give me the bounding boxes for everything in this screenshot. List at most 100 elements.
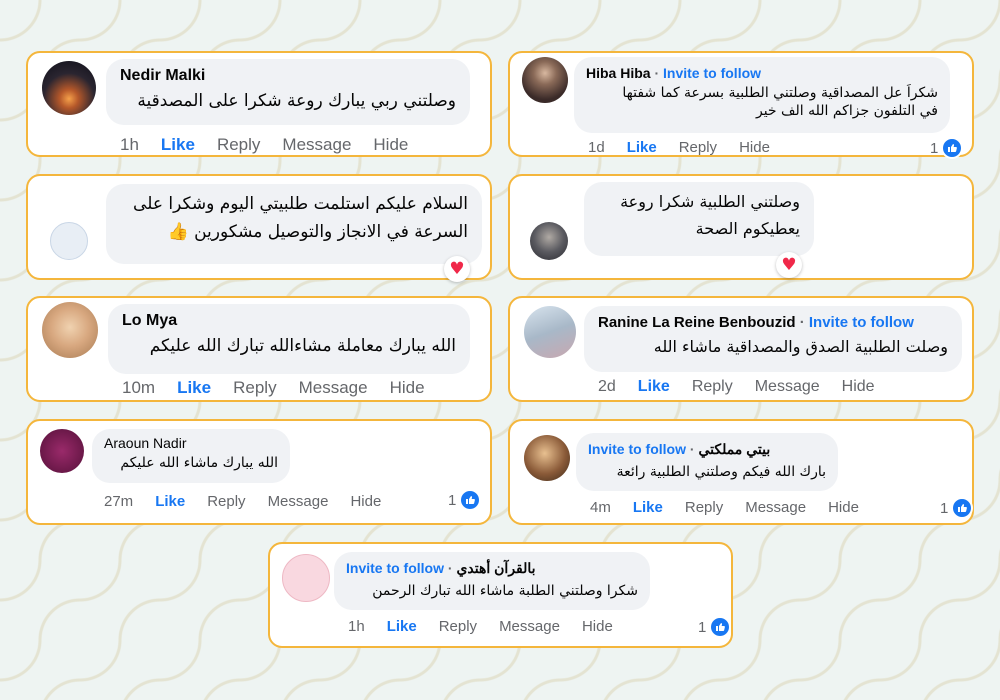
comment-text-line-2: يعطيكوم الصحة: [695, 219, 800, 238]
author-name[interactable]: Ranine La Reine Benbouzid: [598, 314, 796, 331]
comment-text: وصلتني ربي يبارك روعة شكرا على المصدقية: [137, 91, 456, 111]
reply-button[interactable]: Reply: [679, 139, 717, 156]
reaction-count-number: 1: [448, 491, 457, 509]
reaction-count-number: 1: [940, 499, 949, 517]
avatar[interactable]: [50, 222, 88, 260]
like-button[interactable]: Like: [161, 135, 195, 155]
comment-card-hiba-hiba: Hiba Hiba · Invite to follow شكراَ عل ال…: [508, 51, 974, 159]
like-button[interactable]: Like: [627, 139, 657, 156]
comment-bubble: Ranine La Reine Benbouzid · Invite to fo…: [584, 306, 962, 372]
timestamp: 1h: [348, 618, 365, 635]
reaction-count[interactable]: 1: [448, 489, 482, 511]
comment-actions: 4m Like Reply Message Hide: [590, 499, 881, 516]
hide-button[interactable]: Hide: [828, 499, 859, 516]
comment-bubble: Invite to follow · بالقرآن أهتدي شكرا وص…: [334, 552, 650, 610]
comment-card-4: وصلتني الطلبية شكرا روعة يعطيكوم الصحة ♥: [508, 174, 974, 280]
message-button[interactable]: Message: [268, 493, 329, 510]
hide-button[interactable]: Hide: [582, 618, 613, 635]
avatar[interactable]: [40, 429, 84, 473]
thumbs-up-icon: [459, 489, 482, 511]
reaction-count[interactable]: 1: [698, 616, 732, 638]
comment-text-line-1: شكراَ عل المصداقية وصلتني الطلبية بسرعة …: [622, 85, 938, 101]
author-name[interactable]: Lo Mya: [122, 312, 456, 330]
comment-text: وصلت الطلبية الصدق والمصداقية ماشاء الله: [653, 337, 948, 356]
timestamp: 10m: [122, 378, 156, 397]
author-line: Invite to follow · بالقرآن أهتدي: [346, 560, 638, 577]
hide-button[interactable]: Hide: [390, 378, 425, 398]
message-button[interactable]: Message: [755, 378, 820, 396]
message-button[interactable]: Message: [299, 378, 368, 398]
timestamp: 2d: [598, 378, 616, 395]
reply-button[interactable]: Reply: [692, 378, 733, 396]
avatar[interactable]: [524, 435, 570, 481]
reaction-count-number: 1: [698, 618, 707, 636]
separator: ·: [689, 441, 695, 457]
hide-button[interactable]: Hide: [373, 135, 408, 155]
invite-to-follow-link[interactable]: Invite to follow: [663, 65, 761, 81]
like-button[interactable]: Like: [638, 378, 670, 396]
message-button[interactable]: Message: [282, 135, 351, 155]
heart-reaction-icon[interactable]: ♥: [776, 252, 802, 278]
comment-text-line-1: وصلتني الطلبية شكرا روعة: [620, 192, 800, 211]
reaction-count-number: 1: [930, 139, 939, 157]
comment-bubble: Lo Mya الله يبارك معاملة مشاءالله تبارك …: [108, 304, 470, 374]
reply-button[interactable]: Reply: [217, 135, 260, 155]
like-button[interactable]: Like: [387, 618, 417, 635]
comment-bubble: وصلتني الطلبية شكرا روعة يعطيكوم الصحة: [584, 182, 814, 256]
comment-text: شكرا وصلتني الطلبة ماشاء الله تبارك الرح…: [372, 583, 638, 599]
comment-text-line-1: السلام عليكم استلمت طلبيتي اليوم وشكرا ع…: [133, 194, 468, 214]
comment-card-bil-quran-ahtadi: Invite to follow · بالقرآن أهتدي شكرا وص…: [268, 542, 733, 648]
reaction-count[interactable]: 1: [940, 497, 974, 519]
avatar[interactable]: [524, 306, 576, 358]
comment-text: الله يبارك ماشاء الله عليكم: [120, 455, 278, 471]
comment-card-lo-mya: Lo Mya الله يبارك معاملة مشاءالله تبارك …: [26, 296, 492, 402]
comment-actions: 10m Like Reply Message Hide: [122, 378, 447, 398]
comment-card-nedir-malki: Nedir Malki وصلتني ربي يبارك روعة شكرا ع…: [26, 51, 492, 157]
hide-button[interactable]: Hide: [350, 493, 381, 510]
avatar[interactable]: [530, 222, 568, 260]
reply-button[interactable]: Reply: [439, 618, 477, 635]
avatar[interactable]: [522, 57, 568, 103]
thumbs-up-icon: [709, 616, 732, 638]
thumbs-up-icon: [951, 497, 974, 519]
timestamp: 4m: [590, 499, 611, 516]
comment-bubble: Araoun Nadir الله يبارك ماشاء الله عليكم: [92, 429, 290, 483]
heart-reaction-icon[interactable]: ♥: [444, 256, 470, 282]
separator: ·: [799, 314, 805, 331]
author-line: Hiba Hiba · Invite to follow: [586, 65, 938, 81]
message-button[interactable]: Message: [745, 499, 806, 516]
comment-bubble: Nedir Malki وصلتني ربي يبارك روعة شكرا ع…: [106, 59, 470, 125]
reply-button[interactable]: Reply: [685, 499, 723, 516]
author-name[interactable]: Hiba Hiba: [586, 65, 651, 81]
author-name[interactable]: بيتي مملكتي: [698, 441, 770, 457]
comment-actions: 1d Like Reply Hide: [588, 139, 792, 156]
comment-bubble: السلام عليكم استلمت طلبيتي اليوم وشكرا ع…: [106, 184, 482, 264]
message-button[interactable]: Message: [499, 618, 560, 635]
hide-button[interactable]: Hide: [739, 139, 770, 156]
author-name[interactable]: Araoun Nadir: [104, 435, 278, 451]
comment-card-araoun-nadir: Araoun Nadir الله يبارك ماشاء الله عليكم…: [26, 419, 492, 525]
timestamp: 1h: [120, 135, 139, 154]
avatar[interactable]: [282, 554, 330, 602]
invite-to-follow-link[interactable]: Invite to follow: [809, 314, 914, 331]
invite-to-follow-link[interactable]: Invite to follow: [346, 560, 444, 576]
avatar[interactable]: [42, 302, 98, 358]
reply-button[interactable]: Reply: [233, 378, 276, 398]
comment-actions: 1h Like Reply Message Hide: [120, 135, 430, 155]
comment-bubble: Invite to follow · بيتي مملكتي بارك الله…: [576, 433, 838, 491]
invite-to-follow-link[interactable]: Invite to follow: [588, 441, 686, 457]
timestamp: 1d: [588, 139, 605, 156]
like-button[interactable]: Like: [633, 499, 663, 516]
reaction-count[interactable]: 1: [930, 137, 964, 159]
comment-text: بارك الله فيكم وصلتني الطلبية رائعة: [616, 464, 826, 480]
like-button[interactable]: Like: [177, 378, 211, 398]
author-name[interactable]: Nedir Malki: [120, 67, 456, 85]
comment-card-3: السلام عليكم استلمت طلبيتي اليوم وشكرا ع…: [26, 174, 492, 282]
comment-actions: 1h Like Reply Message Hide: [348, 618, 635, 635]
reply-button[interactable]: Reply: [207, 493, 245, 510]
author-name[interactable]: بالقرآن أهتدي: [456, 560, 535, 576]
comment-text-line-2: في التلفون جزاكم الله الف خير: [755, 103, 938, 119]
avatar[interactable]: [42, 61, 96, 115]
like-button[interactable]: Like: [155, 493, 185, 510]
hide-button[interactable]: Hide: [842, 378, 875, 396]
